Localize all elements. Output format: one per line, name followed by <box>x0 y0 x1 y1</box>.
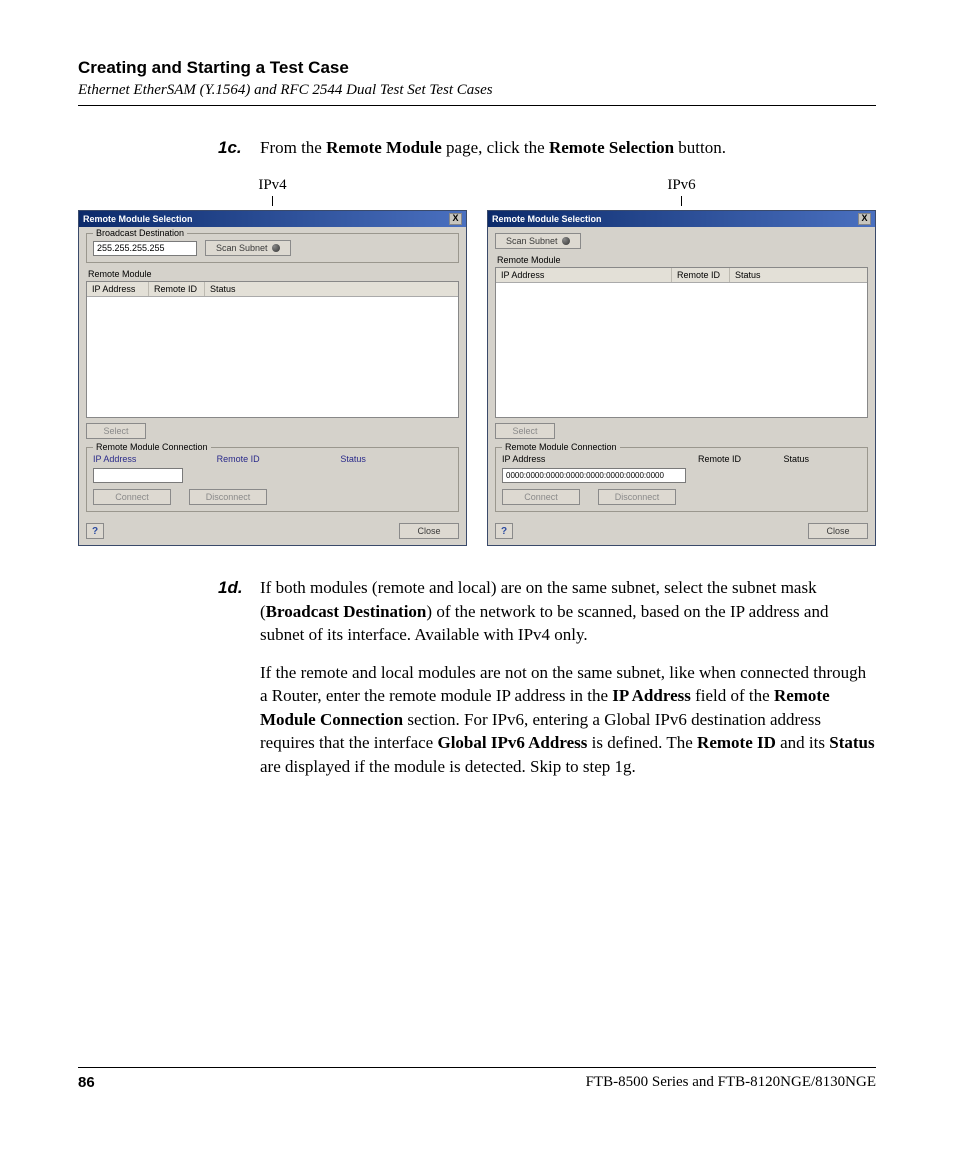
help-icon[interactable]: ? <box>495 523 513 539</box>
connection-fieldset: Remote Module Connection IP Address Remo… <box>86 447 459 512</box>
dialog-title-text: Remote Module Selection <box>492 214 602 224</box>
disconnect-button[interactable]: Disconnect <box>598 489 676 505</box>
page-title: Creating and Starting a Test Case <box>78 58 876 78</box>
step-1d: 1d. If both modules (remote and local) a… <box>218 576 876 778</box>
remote-module-table: IP Address Remote ID Status <box>86 281 459 418</box>
step-number: 1c. <box>218 136 260 159</box>
page-subtitle: Ethernet EtherSAM (Y.1564) and RFC 2544 … <box>78 82 876 99</box>
conn-ip-input[interactable] <box>502 468 686 483</box>
dialog-ipv4: Remote Module Selection X Broadcast Dest… <box>78 210 467 546</box>
remote-module-label: Remote Module <box>497 255 868 265</box>
dialog-title-text: Remote Module Selection <box>83 214 193 224</box>
step-paragraph: If the remote and local modules are not … <box>260 661 876 778</box>
conn-status-label: Status <box>784 454 862 464</box>
conn-ip-label: IP Address <box>93 454 205 464</box>
col-remote-id[interactable]: Remote ID <box>149 282 205 296</box>
dialog-ipv6: Remote Module Selection X Scan Subnet Re… <box>487 210 876 546</box>
ipv6-label: IPv6 <box>667 177 695 194</box>
connection-legend: Remote Module Connection <box>502 442 620 452</box>
table-body <box>496 283 867 417</box>
help-icon[interactable]: ? <box>86 523 104 539</box>
table-body <box>87 297 458 417</box>
page-number: 86 <box>78 1074 95 1091</box>
col-status[interactable]: Status <box>205 282 458 296</box>
conn-status-label: Status <box>340 454 452 464</box>
scan-subnet-button[interactable]: Scan Subnet <box>205 240 291 256</box>
step-1c: 1c. From the Remote Module page, click t… <box>218 136 876 159</box>
broadcast-input[interactable] <box>93 241 197 256</box>
close-button[interactable]: Close <box>808 523 868 539</box>
product-line: FTB-8500 Series and FTB-8120NGE/8130NGE <box>586 1074 876 1091</box>
conn-rid-label: Remote ID <box>698 454 776 464</box>
col-ip[interactable]: IP Address <box>87 282 149 296</box>
conn-ip-label: IP Address <box>502 454 690 464</box>
screenshot-pair: IPv4 Remote Module Selection X Broadcast… <box>78 177 876 546</box>
led-icon <box>272 244 280 252</box>
col-remote-id[interactable]: Remote ID <box>672 268 730 282</box>
broadcast-fieldset: Broadcast Destination Scan Subnet <box>86 233 459 263</box>
scan-subnet-button[interactable]: Scan Subnet <box>495 233 581 249</box>
close-icon[interactable]: X <box>858 213 871 225</box>
ipv4-label: IPv4 <box>258 177 286 194</box>
step-text: From the Remote Module page, click the R… <box>260 136 876 159</box>
step-paragraph: If both modules (remote and local) are o… <box>260 576 876 646</box>
connection-legend: Remote Module Connection <box>93 442 211 452</box>
conn-rid-label: Remote ID <box>217 454 329 464</box>
close-button[interactable]: Close <box>399 523 459 539</box>
page-footer: 86 FTB-8500 Series and FTB-8120NGE/8130N… <box>78 1067 876 1091</box>
connect-button[interactable]: Connect <box>93 489 171 505</box>
connection-fieldset: Remote Module Connection IP Address Remo… <box>495 447 868 512</box>
remote-module-table: IP Address Remote ID Status <box>495 267 868 418</box>
led-icon <box>562 237 570 245</box>
connect-button[interactable]: Connect <box>502 489 580 505</box>
divider <box>78 105 876 106</box>
tick-mark <box>272 196 273 206</box>
dialog-titlebar: Remote Module Selection X <box>79 211 466 227</box>
select-button[interactable]: Select <box>495 423 555 439</box>
conn-ip-input[interactable] <box>93 468 183 483</box>
dialog-titlebar: Remote Module Selection X <box>488 211 875 227</box>
step-number: 1d. <box>218 576 260 778</box>
disconnect-button[interactable]: Disconnect <box>189 489 267 505</box>
broadcast-legend: Broadcast Destination <box>93 228 187 238</box>
select-button[interactable]: Select <box>86 423 146 439</box>
col-status[interactable]: Status <box>730 268 867 282</box>
col-ip[interactable]: IP Address <box>496 268 672 282</box>
remote-module-label: Remote Module <box>88 269 459 279</box>
tick-mark <box>681 196 682 206</box>
close-icon[interactable]: X <box>449 213 462 225</box>
